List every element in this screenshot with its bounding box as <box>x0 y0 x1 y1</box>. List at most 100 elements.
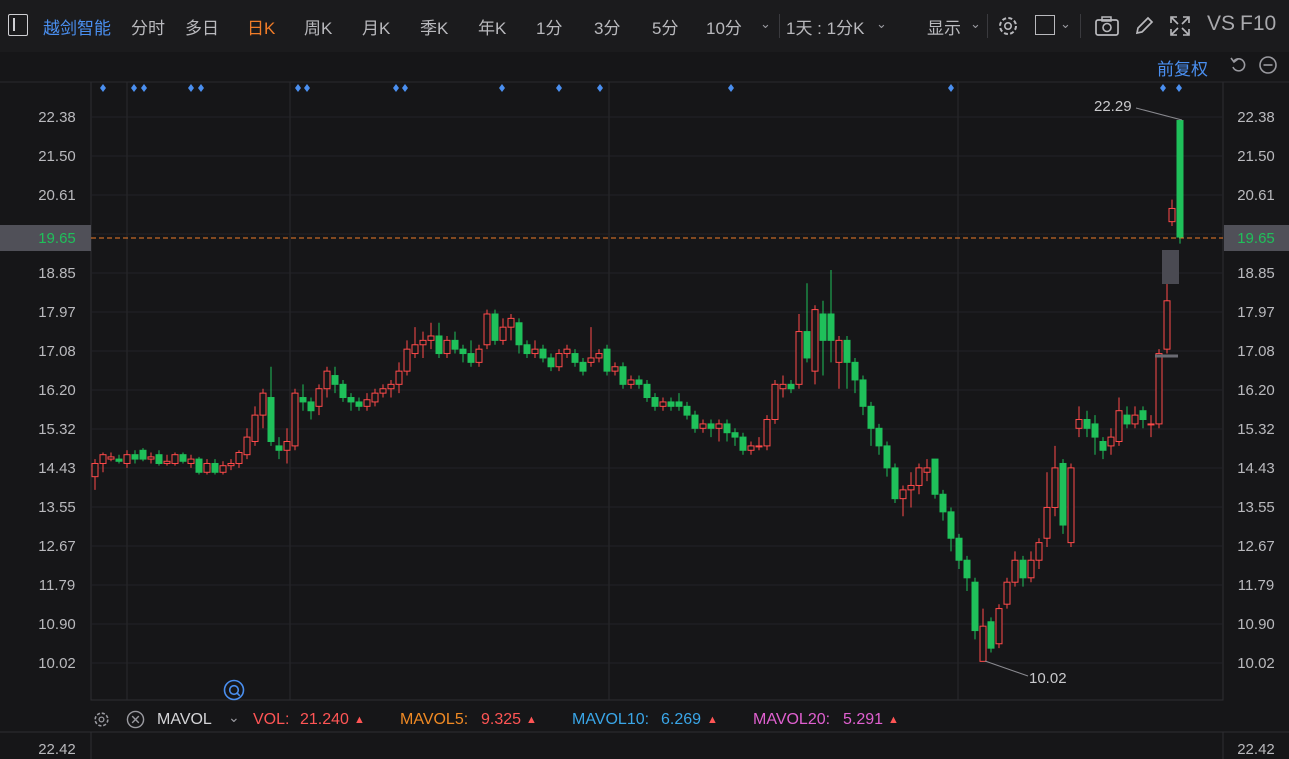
pencil-icon[interactable] <box>1133 14 1155 38</box>
up-arrow-icon: ▲ <box>707 714 718 726</box>
candle-body <box>923 467 931 473</box>
price-adjust-toggle[interactable]: 前复权 <box>1157 55 1208 80</box>
stock-name[interactable]: 越剑智能 <box>43 14 111 39</box>
sidebar-toggle-icon[interactable] <box>8 14 28 36</box>
candle-body <box>371 392 379 403</box>
candle-body <box>819 313 827 341</box>
candle-body <box>635 379 643 385</box>
candle-body <box>611 366 619 372</box>
candle-body <box>579 361 587 372</box>
right-tick-label: 12.67 <box>1237 538 1275 555</box>
color-box-icon[interactable] <box>1035 15 1055 35</box>
candle-body <box>115 458 123 462</box>
gear-icon[interactable] <box>92 710 111 729</box>
candle-body <box>859 379 867 407</box>
candle-body <box>203 462 211 473</box>
candle-body <box>379 388 387 394</box>
left-tick-label: 10.90 <box>38 616 76 633</box>
multi-period-select[interactable]: 1天 : 1分K <box>786 14 864 39</box>
chevron-down-icon[interactable]: ⌄ <box>1060 16 1071 32</box>
candle-body <box>227 462 235 467</box>
left-tick-label: 22.38 <box>38 109 76 126</box>
toolbar-divider <box>779 14 780 38</box>
candle-body <box>291 392 299 447</box>
candle-body <box>1131 414 1139 425</box>
display-menu[interactable]: 显示 <box>927 14 961 39</box>
candle-body <box>915 467 923 486</box>
candle-body <box>355 401 363 407</box>
candle-body <box>1051 467 1059 508</box>
candlestick <box>971 577 979 640</box>
f10-button[interactable]: F10 <box>1240 12 1276 36</box>
toolbar-divider <box>987 14 988 38</box>
candle-body <box>843 339 851 363</box>
candlestick <box>619 362 627 389</box>
period-tab-daily[interactable]: 日K <box>247 14 275 39</box>
period-tab-weekly[interactable]: 周K <box>304 14 332 39</box>
candle-body <box>955 537 963 561</box>
candle-body <box>107 456 115 460</box>
indicator-select[interactable]: MAVOL <box>157 711 212 729</box>
candle-body <box>707 423 715 429</box>
chevron-down-icon[interactable]: ⌄ <box>876 16 887 32</box>
candle-body <box>683 405 691 416</box>
candle-body <box>251 414 259 442</box>
period-tab-yearly[interactable]: 年K <box>478 14 506 39</box>
left-tick-label: 15.32 <box>38 421 76 438</box>
candle-body <box>307 401 315 412</box>
up-arrow-icon: ▲ <box>888 714 899 726</box>
candle-body <box>347 397 355 403</box>
gear-icon[interactable] <box>996 14 1020 38</box>
left-tick-label: 17.08 <box>38 343 76 360</box>
period-tab-10min[interactable]: 10分 <box>706 14 742 39</box>
candle-body <box>971 581 979 632</box>
candle-body <box>419 339 427 346</box>
candle-body <box>1083 419 1091 429</box>
period-tab-monthly[interactable]: 月K <box>362 14 390 39</box>
vol-value: 21.240 <box>300 711 349 728</box>
candle-body <box>451 339 459 350</box>
camera-icon[interactable] <box>1094 14 1120 38</box>
period-tab-3min[interactable]: 3分 <box>594 14 620 39</box>
period-tab-intraday[interactable]: 分时 <box>131 14 165 39</box>
right-tick-label: 22.38 <box>1237 109 1275 126</box>
chevron-down-icon[interactable]: ⌄ <box>228 709 240 726</box>
kline-chart[interactable]: 22.38 22.38 21.50 21.50 20.61 20.61 18.85 18.85… <box>0 52 1289 759</box>
candle-body <box>939 493 947 513</box>
candlestick <box>291 388 299 451</box>
up-arrow-icon: ▲ <box>526 714 537 726</box>
candle-body <box>947 511 955 539</box>
candle-body <box>771 383 779 421</box>
candle-body <box>675 401 683 407</box>
candle-body <box>1168 207 1176 223</box>
chevron-down-icon[interactable]: ⌄ <box>760 16 771 32</box>
candle-body <box>387 383 395 390</box>
candlestick <box>1155 349 1163 429</box>
candle-body <box>659 401 667 407</box>
candle-body <box>1123 414 1131 425</box>
gap-highlight <box>1162 250 1179 284</box>
candle-body <box>723 423 731 434</box>
chevron-down-icon[interactable]: ⌄ <box>970 16 981 32</box>
close-icon[interactable] <box>126 710 145 729</box>
zoom-out-icon[interactable] <box>1258 55 1278 75</box>
candle-body <box>427 335 435 341</box>
candle-body <box>627 379 635 385</box>
period-tab-1min[interactable]: 1分 <box>536 14 562 39</box>
volume-tick-left: 22.42 <box>38 741 76 758</box>
candle-body <box>259 392 267 416</box>
reset-view-icon[interactable] <box>1229 55 1249 75</box>
candle-body <box>1027 559 1035 579</box>
period-tab-5min[interactable]: 5分 <box>652 14 678 39</box>
candle-body <box>795 331 803 385</box>
candle-body <box>315 388 323 407</box>
search-circle-icon[interactable] <box>223 679 245 701</box>
fullscreen-icon[interactable] <box>1168 14 1192 38</box>
period-tab-multi-day[interactable]: 多日 <box>185 14 219 39</box>
indicator-bar: MAVOL ⌄ VOL: 21.240 ▲ MAVOL5: 9.325 ▲ MA… <box>0 706 1289 732</box>
period-tab-quarterly[interactable]: 季K <box>420 14 448 39</box>
vs-compare-button[interactable]: VS <box>1207 12 1235 36</box>
candle-body <box>931 458 939 495</box>
left-tick-label: 18.85 <box>38 265 76 282</box>
candle-body <box>1091 423 1099 438</box>
